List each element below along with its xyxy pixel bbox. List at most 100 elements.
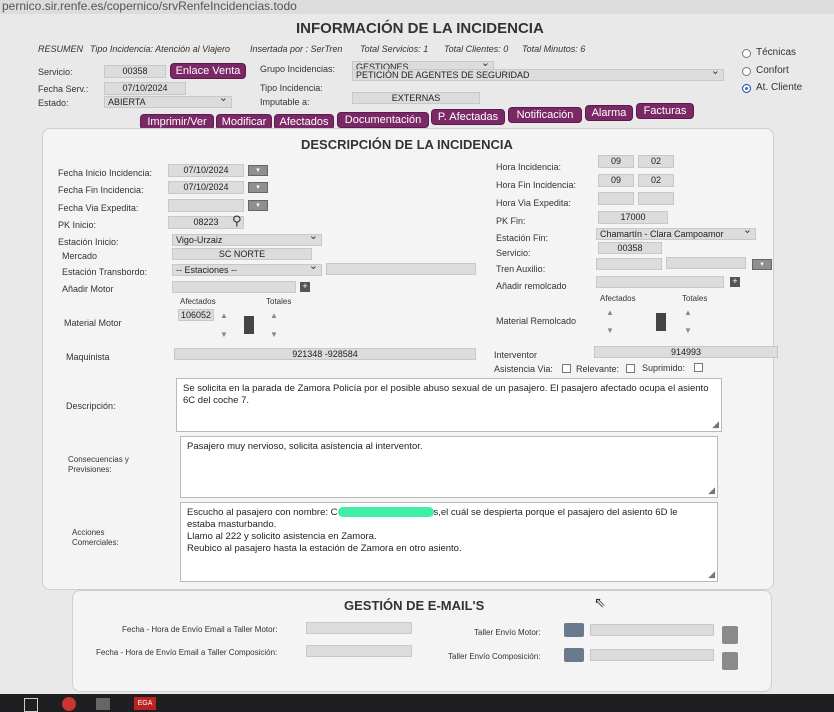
descripcion-textarea[interactable]: Se solicita en la parada de Zamora Polic… [176,378,722,432]
hora-inc-m-field[interactable]: 02 [638,155,674,168]
hora-via-m-field[interactable] [638,192,674,205]
acciones-line-2: estaba masturbando. [187,519,277,530]
facturas-button[interactable]: Facturas [636,103,694,119]
transbordo-select[interactable]: -- Estaciones -- [172,264,322,276]
pk-fin-field[interactable]: 17000 [598,211,668,224]
add-motor-icon[interactable]: + [300,282,310,292]
taskbar-app-icon[interactable] [96,698,110,710]
estacion-fin-value: Chamartín - Clara Campoamor [600,229,724,239]
search-icon[interactable]: ⚲ [232,213,242,229]
tren-auxilio-date-field[interactable] [666,257,746,269]
add-remolcado-icon[interactable]: + [730,277,740,287]
fecha-via-label: Fecha Via Expedita: [58,203,139,213]
documentacion-button[interactable]: Documentación [337,112,429,128]
descripcion-text: Se solicita en la parada de Zamora Polic… [183,383,709,406]
taskbar-browser-icon[interactable] [62,697,76,711]
anadir-remolcado-field[interactable] [596,276,724,288]
estacion-fin-select[interactable]: Chamartín - Clara Campoamor [596,228,756,240]
transbordo-value: -- Estaciones -- [176,265,238,275]
acciones-line-1b: s,el cuál se despierta porque el pasajer… [433,507,678,518]
fecha-serv-field[interactable]: 07/10/2024 [104,82,186,95]
fecha-inicio-label: Fecha Inicio Incidencia: [58,168,153,178]
fecha-fin-field[interactable]: 07/10/2024 [168,181,244,194]
totales-remolcado-header: Totales [682,294,708,303]
interventor-field[interactable]: 914993 [594,346,778,358]
anadir-motor-field[interactable] [172,281,296,293]
taller-motor-email-icon[interactable] [564,623,584,637]
asistencia-checkbox[interactable] [562,364,571,373]
p-afectadas-button[interactable]: P. Afectadas [431,109,505,125]
email-comp-field[interactable] [306,645,412,657]
motor-move-icon[interactable] [244,316,254,334]
taller-comp-field[interactable] [590,649,714,661]
fecha-via-field[interactable] [168,199,244,212]
suprimido-label: Suprimido: [642,363,686,373]
acciones-resize-icon[interactable]: ◢ [708,568,715,580]
remolcado-down-arrow-icon[interactable]: ▼ [606,326,614,335]
taller-comp-send-icon[interactable] [722,652,738,670]
mercado-field[interactable]: SC NORTE [172,248,312,260]
radio-at-cliente[interactable] [742,84,751,93]
acciones-line-4: Reubico al pasajero hasta la estación de… [187,543,462,554]
fecha-inicio-calendar-icon[interactable]: ▾ [248,165,268,176]
acciones-line-3: Llamo al 222 y solicito asistencia en Za… [187,531,377,542]
alarma-button[interactable]: Alarma [585,105,633,121]
suprimido-checkbox[interactable] [694,363,703,372]
tren-auxilio-label: Tren Auxilio: [496,264,546,274]
enlace-venta-button[interactable]: Enlace Venta [170,63,246,79]
summary-clientes: Total Clientes: 0 [444,44,509,54]
pk-fin-label: PK Fin: [496,216,526,226]
taskbar-file-icon[interactable] [24,698,38,712]
relevante-checkbox[interactable] [626,364,635,373]
material-motor-field[interactable]: 106052 [178,309,214,321]
radio-tecnicas[interactable] [742,49,751,58]
consecuencias-resize-icon[interactable]: ◢ [708,484,715,496]
descripcion-resize-icon[interactable]: ◢ [712,418,719,430]
email-motor-label: Fecha - Hora de Envío Email a Taller Mot… [122,625,278,634]
fecha-inicio-field[interactable]: 07/10/2024 [168,164,244,177]
material-motor-label: Material Motor [64,318,122,328]
remolcado-total-up-icon[interactable]: ▲ [684,308,692,317]
interventor-label: Interventor [494,350,538,360]
page-title: INFORMACIÓN DE LA INCIDENCIA [296,20,544,37]
taller-comp-email-icon[interactable] [564,648,584,662]
servicio-field[interactable]: 00358 [104,65,166,78]
taskbar-ega-icon[interactable]: EGA [134,697,156,710]
fecha-via-calendar-icon[interactable]: ▾ [248,200,268,211]
consecuencias-textarea[interactable]: Pasajero muy nervioso, solicita asistenc… [180,436,718,498]
taller-motor-send-icon[interactable] [722,626,738,644]
hora-via-h-field[interactable] [598,192,634,205]
relevante-label: Relevante: [576,364,620,374]
email-motor-field[interactable] [306,622,412,634]
maquinista-field[interactable]: 921348 -928584 [174,348,476,360]
notificacion-button[interactable]: Notificación [508,107,582,123]
tipo-select[interactable]: PETICIÓN DE AGENTES DE SEGURIDAD [352,69,724,81]
imputable-field[interactable]: EXTERNAS [352,92,480,104]
hora-fin-m-field[interactable]: 02 [638,174,674,187]
motor-total-up-icon[interactable]: ▲ [270,311,278,320]
transbordo-extra-field[interactable] [326,263,476,275]
estado-select[interactable]: ABIERTA [104,96,232,108]
mercado-label: Mercado [62,251,98,261]
radio-confort[interactable] [742,67,751,76]
remolcado-move-icon[interactable] [656,313,666,331]
tren-auxilio-field[interactable] [596,258,662,270]
hora-inc-h-field[interactable]: 09 [598,155,634,168]
fecha-fin-calendar-icon[interactable]: ▾ [248,182,268,193]
estacion-inicio-select[interactable]: Vigo-Urzaiz [172,234,322,246]
motor-total-down-icon[interactable]: ▼ [270,330,278,339]
tren-auxilio-calendar-icon[interactable]: ▾ [752,259,772,270]
hora-fin-h-field[interactable]: 09 [598,174,634,187]
browser-url-bar[interactable]: pernico.sir.renfe.es/copernico/srvRenfeI… [0,0,834,14]
estacion-inicio-value: Vigo-Urzaiz [176,235,223,245]
servicio-desc-field[interactable]: 00358 [598,242,662,254]
motor-up-arrow-icon[interactable]: ▲ [220,311,228,320]
remolcado-up-arrow-icon[interactable]: ▲ [606,308,614,317]
summary-resumen: RESUMEN [38,44,84,54]
remolcado-total-down-icon[interactable]: ▼ [684,326,692,335]
taller-motor-field[interactable] [590,624,714,636]
acciones-textarea[interactable]: Escucho al pasajero con nombre: C s,el cu… [180,502,718,582]
radio-tecnicas-label: Técnicas [756,47,797,58]
taller-motor-label: Taller Envío Motor: [474,628,541,637]
motor-down-arrow-icon[interactable]: ▼ [220,330,228,339]
